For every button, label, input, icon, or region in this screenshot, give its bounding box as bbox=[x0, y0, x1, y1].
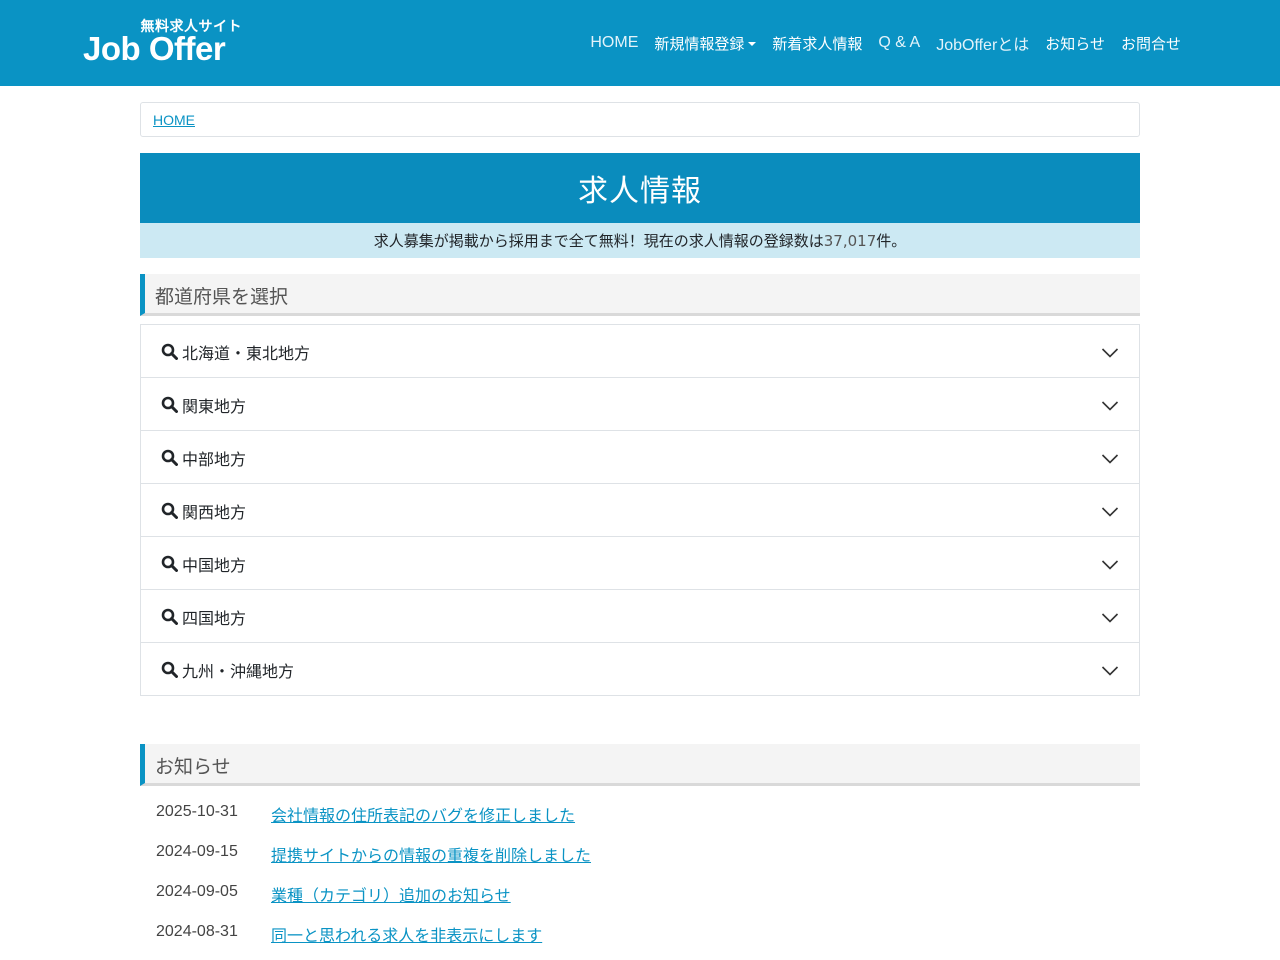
prefecture-heading-text: 都道府県を選択 bbox=[155, 286, 289, 308]
caret-down-icon bbox=[748, 42, 757, 46]
region-item-3[interactable]: 関西地方 bbox=[141, 484, 1139, 537]
nav-item-3[interactable]: Q & A bbox=[870, 34, 928, 52]
region-label: 関西地方 bbox=[182, 503, 247, 522]
region-item-6[interactable]: 九州・沖縄地方 bbox=[141, 643, 1139, 695]
breadcrumb-home-link[interactable]: HOME bbox=[153, 112, 195, 128]
nav-item-label: 新着求人情報 bbox=[772, 34, 863, 53]
news-link[interactable]: 業種（カテゴリ）追加のお知らせ bbox=[271, 882, 511, 906]
site-logo[interactable]: 無料求人サイト Job Offer bbox=[83, 16, 248, 72]
region-accordion: 北海道・東北地方 関東地方中部地方関西地方中国地方四国地方九州・沖縄地方 bbox=[140, 324, 1140, 696]
news-list: 2025-10-31 会社情報の住所表記のバグを修正しました 2024-09-15 提… bbox=[140, 793, 1140, 953]
news-item: 2024-09-15 提携サイトからの情報の重複を削除しました bbox=[140, 833, 1140, 873]
nav-item-label: 新規情報登録 bbox=[654, 34, 745, 53]
nav-item-0[interactable]: HOME bbox=[582, 34, 646, 52]
nav-item-label: Q & A bbox=[878, 34, 921, 51]
page-title: 求人情報 bbox=[578, 174, 702, 209]
region-item-5[interactable]: 四国地方 bbox=[141, 590, 1139, 643]
nav-item-label: HOME bbox=[590, 34, 639, 51]
news-link[interactable]: 同一と思われる求人を非表示にします bbox=[271, 922, 542, 946]
main-nav: HOME 新規情報登録 新着求人情報 Q & A JobOfferとは お知らせ お問合せ bbox=[582, 30, 1189, 56]
chevron-down-icon bbox=[1101, 556, 1119, 570]
subtitle-text-after: 件。 bbox=[876, 232, 907, 250]
nav-item-5[interactable]: お知らせ bbox=[1037, 33, 1113, 54]
news-date: 2024-08-31 bbox=[156, 923, 238, 940]
region-item-0[interactable]: 北海道・東北地方 bbox=[141, 325, 1139, 378]
chevron-down-icon bbox=[1101, 344, 1119, 358]
chevron-down-icon bbox=[1101, 450, 1119, 464]
news-heading-text: お知らせ bbox=[155, 756, 231, 778]
nav-item-4[interactable]: JobOfferとは bbox=[928, 31, 1037, 55]
news-date: 2025-10-31 bbox=[156, 803, 238, 820]
news-item: 2024-09-05 業種（カテゴリ）追加のお知らせ bbox=[140, 873, 1140, 913]
prefecture-section-heading: 都道府県を選択 bbox=[140, 274, 1140, 316]
news-section-heading: お知らせ bbox=[140, 744, 1140, 786]
search-icon bbox=[161, 502, 178, 519]
region-label: 中部地方 bbox=[182, 450, 247, 469]
page-subtitle: 求人募集が掲載から採用まで全て無料！現在の求人情報の登録数は 37,017 件。 bbox=[140, 223, 1140, 258]
news-item: 2025-10-31 会社情報の住所表記のバグを修正しました bbox=[140, 793, 1140, 833]
region-label: 四国地方 bbox=[182, 609, 247, 628]
news-date: 2024-09-15 bbox=[156, 843, 238, 860]
job-count: 37,017 bbox=[823, 231, 877, 250]
search-icon bbox=[161, 343, 178, 360]
search-icon bbox=[161, 608, 178, 625]
search-icon bbox=[161, 555, 178, 572]
nav-item-label: お問合せ bbox=[1120, 34, 1181, 53]
navbar: 無料求人サイト Job Offer HOME 新規情報登録 新着求人情報 Q & A J… bbox=[0, 0, 1280, 86]
chevron-down-icon bbox=[1101, 397, 1119, 411]
nav-item-1[interactable]: 新規情報登録 bbox=[646, 33, 764, 54]
chevron-down-icon bbox=[1101, 662, 1119, 676]
region-item-4[interactable]: 中国地方 bbox=[141, 537, 1139, 590]
region-label: 九州・沖縄地方 bbox=[182, 662, 295, 681]
nav-item-label: お知らせ bbox=[1045, 34, 1105, 53]
region-item-1[interactable]: 関東地方 bbox=[141, 378, 1139, 431]
news-link[interactable]: 提携サイトからの情報の重複を削除しました bbox=[271, 842, 591, 866]
news-date: 2024-09-05 bbox=[156, 883, 238, 900]
search-icon bbox=[161, 661, 178, 678]
nav-item-2[interactable]: 新着求人情報 bbox=[764, 33, 870, 54]
search-icon bbox=[161, 396, 178, 413]
chevron-down-icon bbox=[1101, 503, 1119, 517]
region-label: 関東地方 bbox=[182, 397, 247, 416]
news-link[interactable]: 会社情報の住所表記のバグを修正しました bbox=[271, 802, 575, 826]
subtitle-text-before: 求人募集が掲載から採用まで全て無料！現在の求人情報の登録数は bbox=[373, 232, 824, 250]
breadcrumb: HOME bbox=[140, 102, 1140, 137]
region-label: 中国地方 bbox=[182, 556, 247, 575]
logo-title: Job Offer bbox=[83, 30, 226, 67]
page-title-banner: 求人情報 bbox=[140, 153, 1140, 223]
nav-item-6[interactable]: お問合せ bbox=[1113, 33, 1189, 54]
region-item-2[interactable]: 中部地方 bbox=[141, 431, 1139, 484]
nav-item-label: JobOfferとは bbox=[936, 37, 1030, 54]
region-label: 北海道・東北地方 bbox=[182, 344, 311, 363]
search-icon bbox=[161, 449, 178, 466]
news-item: 2024-08-31 同一と思われる求人を非表示にします bbox=[140, 913, 1140, 953]
chevron-down-icon bbox=[1101, 609, 1119, 623]
